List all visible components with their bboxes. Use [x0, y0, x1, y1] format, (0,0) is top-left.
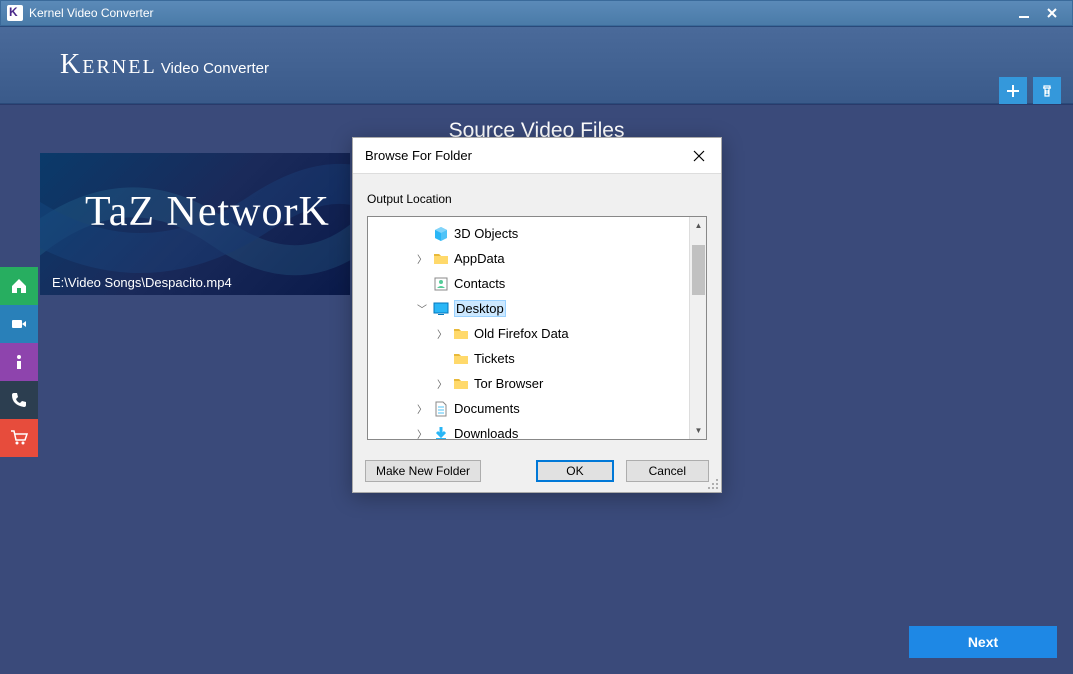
scroll-up-button[interactable]: ▲ — [690, 217, 707, 234]
tree-item-label: Tickets — [474, 351, 515, 366]
brand: Kernel Video Converter — [60, 49, 269, 81]
tree-item[interactable]: 3D Objects — [368, 221, 689, 246]
folder-icon — [452, 376, 470, 392]
tree-item[interactable]: ﹀ Desktop — [368, 296, 689, 321]
resize-grip-icon — [707, 478, 719, 490]
tree-item[interactable]: 〉 AppData — [368, 246, 689, 271]
dialog-titlebar: Browse For Folder — [353, 138, 721, 174]
make-new-folder-button[interactable]: Make New Folder — [365, 460, 481, 482]
scroll-down-button[interactable]: ▼ — [690, 422, 707, 439]
dialog-title: Browse For Folder — [365, 148, 472, 163]
sidebar — [0, 267, 38, 457]
folder-icon — [452, 326, 470, 342]
brand-sub: Video Converter — [161, 60, 269, 77]
tree-item[interactable]: 〉 Old Firefox Data — [368, 321, 689, 346]
download-icon — [432, 426, 450, 440]
folder-tree: 3D Objects 〉 AppData Contacts ﹀ Desktop 〉 Old F… — [367, 216, 707, 440]
tree-item-label: Desktop — [454, 300, 506, 317]
titlebar: Kernel Video Converter — [0, 0, 1073, 26]
tree-item[interactable]: 〉 Tor Browser — [368, 371, 689, 396]
chevron-right-icon[interactable]: 〉 — [416, 426, 428, 439]
sidebar-cart-button[interactable] — [0, 419, 38, 457]
header-bar: Kernel Video Converter — [0, 26, 1073, 104]
dialog-close-button[interactable] — [689, 146, 709, 166]
tree-item[interactable]: 〉 Documents — [368, 396, 689, 421]
thumbnail-logo: TaZ NetworK — [85, 188, 330, 236]
chevron-down-icon[interactable]: ﹀ — [416, 301, 428, 316]
thumbnail-caption: E:\Video Songs\Despacito.mp4 — [52, 275, 232, 290]
sidebar-phone-button[interactable] — [0, 381, 38, 419]
tree-item[interactable]: 〉 Downloads — [368, 421, 689, 439]
tree-item-label: Contacts — [454, 276, 505, 291]
folder-icon — [452, 351, 470, 367]
tree-item[interactable]: Tickets — [368, 346, 689, 371]
chevron-right-icon[interactable]: 〉 — [416, 251, 428, 266]
brand-kernel: Kernel — [60, 49, 157, 80]
contacts-icon — [432, 276, 450, 292]
minimize-button[interactable] — [1010, 3, 1038, 23]
video-thumbnail[interactable]: TaZ NetworK — [40, 153, 350, 295]
app-title: Kernel Video Converter — [29, 6, 154, 20]
sidebar-home-button[interactable] — [0, 267, 38, 305]
dialog-label: Output Location — [353, 174, 721, 216]
sidebar-video-button[interactable] — [0, 305, 38, 343]
tree-item-label: Tor Browser — [474, 376, 543, 391]
chevron-right-icon[interactable]: 〉 — [436, 326, 448, 341]
cancel-button[interactable]: Cancel — [626, 460, 709, 482]
scrollbar[interactable]: ▲ ▼ — [689, 217, 706, 439]
browse-folder-dialog: Browse For Folder Output Location 3D Obj… — [352, 137, 722, 493]
folder-icon — [432, 251, 450, 267]
tree-item-label: Old Firefox Data — [474, 326, 569, 341]
tree-item-label: 3D Objects — [454, 226, 518, 241]
close-button[interactable] — [1038, 3, 1066, 23]
tree-item-label: Documents — [454, 401, 520, 416]
tree-item-label: Downloads — [454, 426, 518, 439]
app-icon — [7, 5, 23, 21]
desktop-icon — [432, 301, 450, 317]
next-button[interactable]: Next — [909, 626, 1057, 658]
chevron-right-icon[interactable]: 〉 — [436, 376, 448, 391]
folder-tree-list[interactable]: 3D Objects 〉 AppData Contacts ﹀ Desktop 〉 Old F… — [368, 217, 689, 439]
sidebar-info-button[interactable] — [0, 343, 38, 381]
main-area: Source Video Files TaZ NetworK E:\Video … — [0, 104, 1073, 674]
add-file-button[interactable] — [999, 77, 1027, 105]
ok-button[interactable]: OK — [536, 460, 613, 482]
scroll-thumb[interactable] — [692, 245, 705, 295]
doc-icon — [432, 401, 450, 417]
3d-icon — [432, 226, 450, 242]
tree-item-label: AppData — [454, 251, 505, 266]
chevron-right-icon[interactable]: 〉 — [416, 401, 428, 416]
delete-file-button[interactable] — [1033, 77, 1061, 105]
tree-item[interactable]: Contacts — [368, 271, 689, 296]
